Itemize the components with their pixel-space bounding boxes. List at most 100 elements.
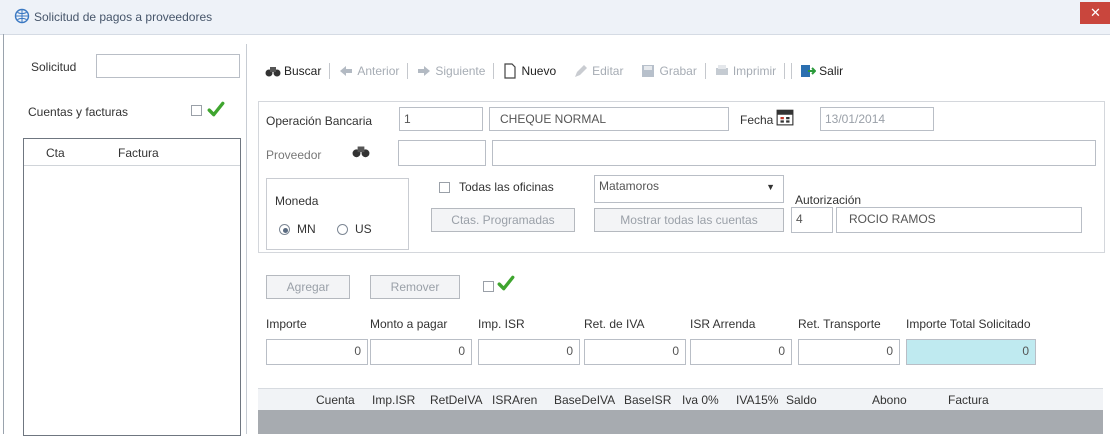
toolbar-separator (791, 63, 793, 79)
isr-arrenda-label: ISR Arrenda (690, 317, 756, 331)
editar-label: Editar (592, 64, 624, 78)
fecha-label: Fecha (740, 113, 774, 127)
nuevo-button[interactable]: Nuevo (502, 63, 556, 79)
ret-transporte-input[interactable]: 0 (798, 339, 900, 365)
print-icon (715, 65, 728, 75)
moneda-us-label: US (355, 222, 372, 236)
imprimir-button[interactable]: Imprimir (714, 63, 776, 79)
toolbar-separator (784, 63, 786, 79)
proveedor-label: Proveedor (266, 148, 322, 162)
binoculars-icon (265, 67, 281, 77)
grid-column-imp-isr: Imp.ISR (372, 393, 416, 407)
ret-iva-label: Ret. de IVA (584, 317, 645, 331)
left-panel: Solicitud Cuentas y facturas Cta Factura (9, 50, 245, 436)
imp-isr-label: Imp. ISR (478, 317, 525, 331)
fecha-input[interactable]: 13/01/2014 (820, 107, 934, 131)
window-title: Solicitud de pagos a proveedores (34, 10, 213, 24)
todas-oficinas-checkbox[interactable] (439, 182, 450, 193)
todas-oficinas-label: Todas las oficinas (459, 180, 554, 194)
operacion-label: Operación Bancaria (266, 114, 373, 128)
grid-column-saldo: Saldo (786, 393, 817, 407)
agregar-button[interactable]: Agregar (266, 275, 350, 299)
anterior-button[interactable]: Anterior (338, 63, 399, 79)
grabar-button[interactable]: Grabar (640, 63, 697, 79)
grid-column-base-iva: BaseDeIVA (554, 393, 616, 407)
panel-divider (246, 44, 247, 434)
close-icon: ✕ (1090, 5, 1101, 20)
globe-icon (14, 8, 30, 24)
remover-checkbox[interactable] (483, 281, 494, 292)
save-icon (642, 65, 655, 77)
mostrar-cuentas-button[interactable]: Mostrar todas las cuentas (594, 208, 784, 232)
arrow-left-icon (340, 66, 353, 76)
grid-column-base-isr: BaseISR (624, 393, 672, 407)
nuevo-label: Nuevo (521, 64, 557, 78)
grid-column-factura: Factura (948, 393, 989, 407)
title-bar: Solicitud de pagos a proveedores ✕ (0, 0, 1110, 35)
grabar-label: Grabar (659, 64, 697, 78)
ret-iva-input[interactable]: 0 (584, 339, 686, 365)
toolbar-separator (493, 63, 495, 79)
oficina-select[interactable]: Matamoros ▼ (594, 175, 784, 203)
buscar-label: Buscar (284, 64, 322, 78)
arrow-right-icon (418, 66, 431, 76)
monto-pagar-input[interactable]: 0 (370, 339, 472, 365)
ret-transporte-label: Ret. Transporte (798, 317, 881, 331)
toolbar-separator (704, 63, 706, 79)
list-header: Cta Factura (24, 139, 240, 166)
autorizacion-name-input: ROCIO RAMOS (836, 207, 1082, 233)
anterior-label: Anterior (357, 64, 400, 78)
grid-column-cuenta: Cuenta (316, 393, 355, 407)
grid-column-isr-aren: ISRAren (492, 393, 538, 407)
buscar-button[interactable]: Buscar (265, 63, 321, 79)
edit-icon (575, 65, 588, 77)
grid-column-abono: Abono (872, 393, 907, 407)
calendar-icon[interactable] (776, 108, 794, 126)
toolbar-separator (329, 63, 331, 79)
ctas-programadas-button[interactable]: Ctas. Programadas (431, 208, 575, 232)
close-button[interactable]: ✕ (1080, 2, 1110, 24)
solicitud-label: Solicitud (31, 60, 77, 74)
importe-total-label: Importe Total Solicitado (906, 317, 1031, 331)
moneda-label: Moneda (275, 194, 319, 208)
moneda-mn-label: MN (297, 222, 316, 236)
editar-button[interactable]: Editar (573, 63, 623, 79)
column-cta: Cta (46, 146, 65, 160)
imprimir-label: Imprimir (732, 64, 777, 78)
toolbar: Buscar Anterior Siguiente Nuevo Editar G… (265, 58, 843, 84)
autorizacion-code-input[interactable]: 4 (791, 207, 833, 233)
proveedor-code-input[interactable] (398, 140, 486, 166)
checkmark-icon (207, 101, 225, 117)
grid-body[interactable] (258, 410, 1103, 434)
salir-button[interactable]: Salir (800, 63, 843, 79)
operacion-code-input[interactable]: 1 (399, 107, 483, 131)
siguiente-button[interactable]: Siguiente (416, 63, 485, 79)
salir-label: Salir (819, 64, 844, 78)
imp-isr-input[interactable]: 0 (478, 339, 580, 365)
solicitud-input[interactable] (96, 54, 240, 78)
moneda-mn-radio[interactable] (279, 224, 290, 235)
importe-label: Importe (266, 317, 307, 331)
cuentas-list[interactable]: Cta Factura (23, 138, 241, 436)
remover-button[interactable]: Remover (370, 275, 460, 299)
proveedor-name-input[interactable] (492, 140, 1096, 166)
moneda-us-radio[interactable] (337, 224, 348, 235)
chevron-down-icon: ▼ (766, 182, 775, 192)
autorizacion-label: Autorización (795, 193, 862, 207)
exit-icon (801, 65, 817, 77)
moneda-group: Moneda MN US (266, 178, 409, 250)
siguiente-label: Siguiente (435, 64, 486, 78)
toolbar-separator (407, 63, 409, 79)
monto-pagar-label: Monto a pagar (370, 317, 448, 331)
operacion-desc-input: CHEQUE NORMAL (489, 107, 729, 131)
isr-arrenda-input[interactable]: 0 (690, 339, 792, 365)
importe-input[interactable]: 0 (266, 339, 368, 365)
binoculars-icon[interactable] (352, 142, 370, 160)
checkmark-icon (497, 275, 515, 291)
grid-column-ret-iva: RetDeIVA (430, 393, 483, 407)
cuentas-label: Cuentas y facturas (28, 105, 129, 119)
cuentas-checkbox[interactable] (191, 105, 202, 116)
column-factura: Factura (118, 146, 159, 160)
grid-header: Cuenta Imp.ISR RetDeIVA ISRAren BaseDeIV… (258, 388, 1103, 411)
oficina-select-value: Matamoros (599, 179, 660, 193)
